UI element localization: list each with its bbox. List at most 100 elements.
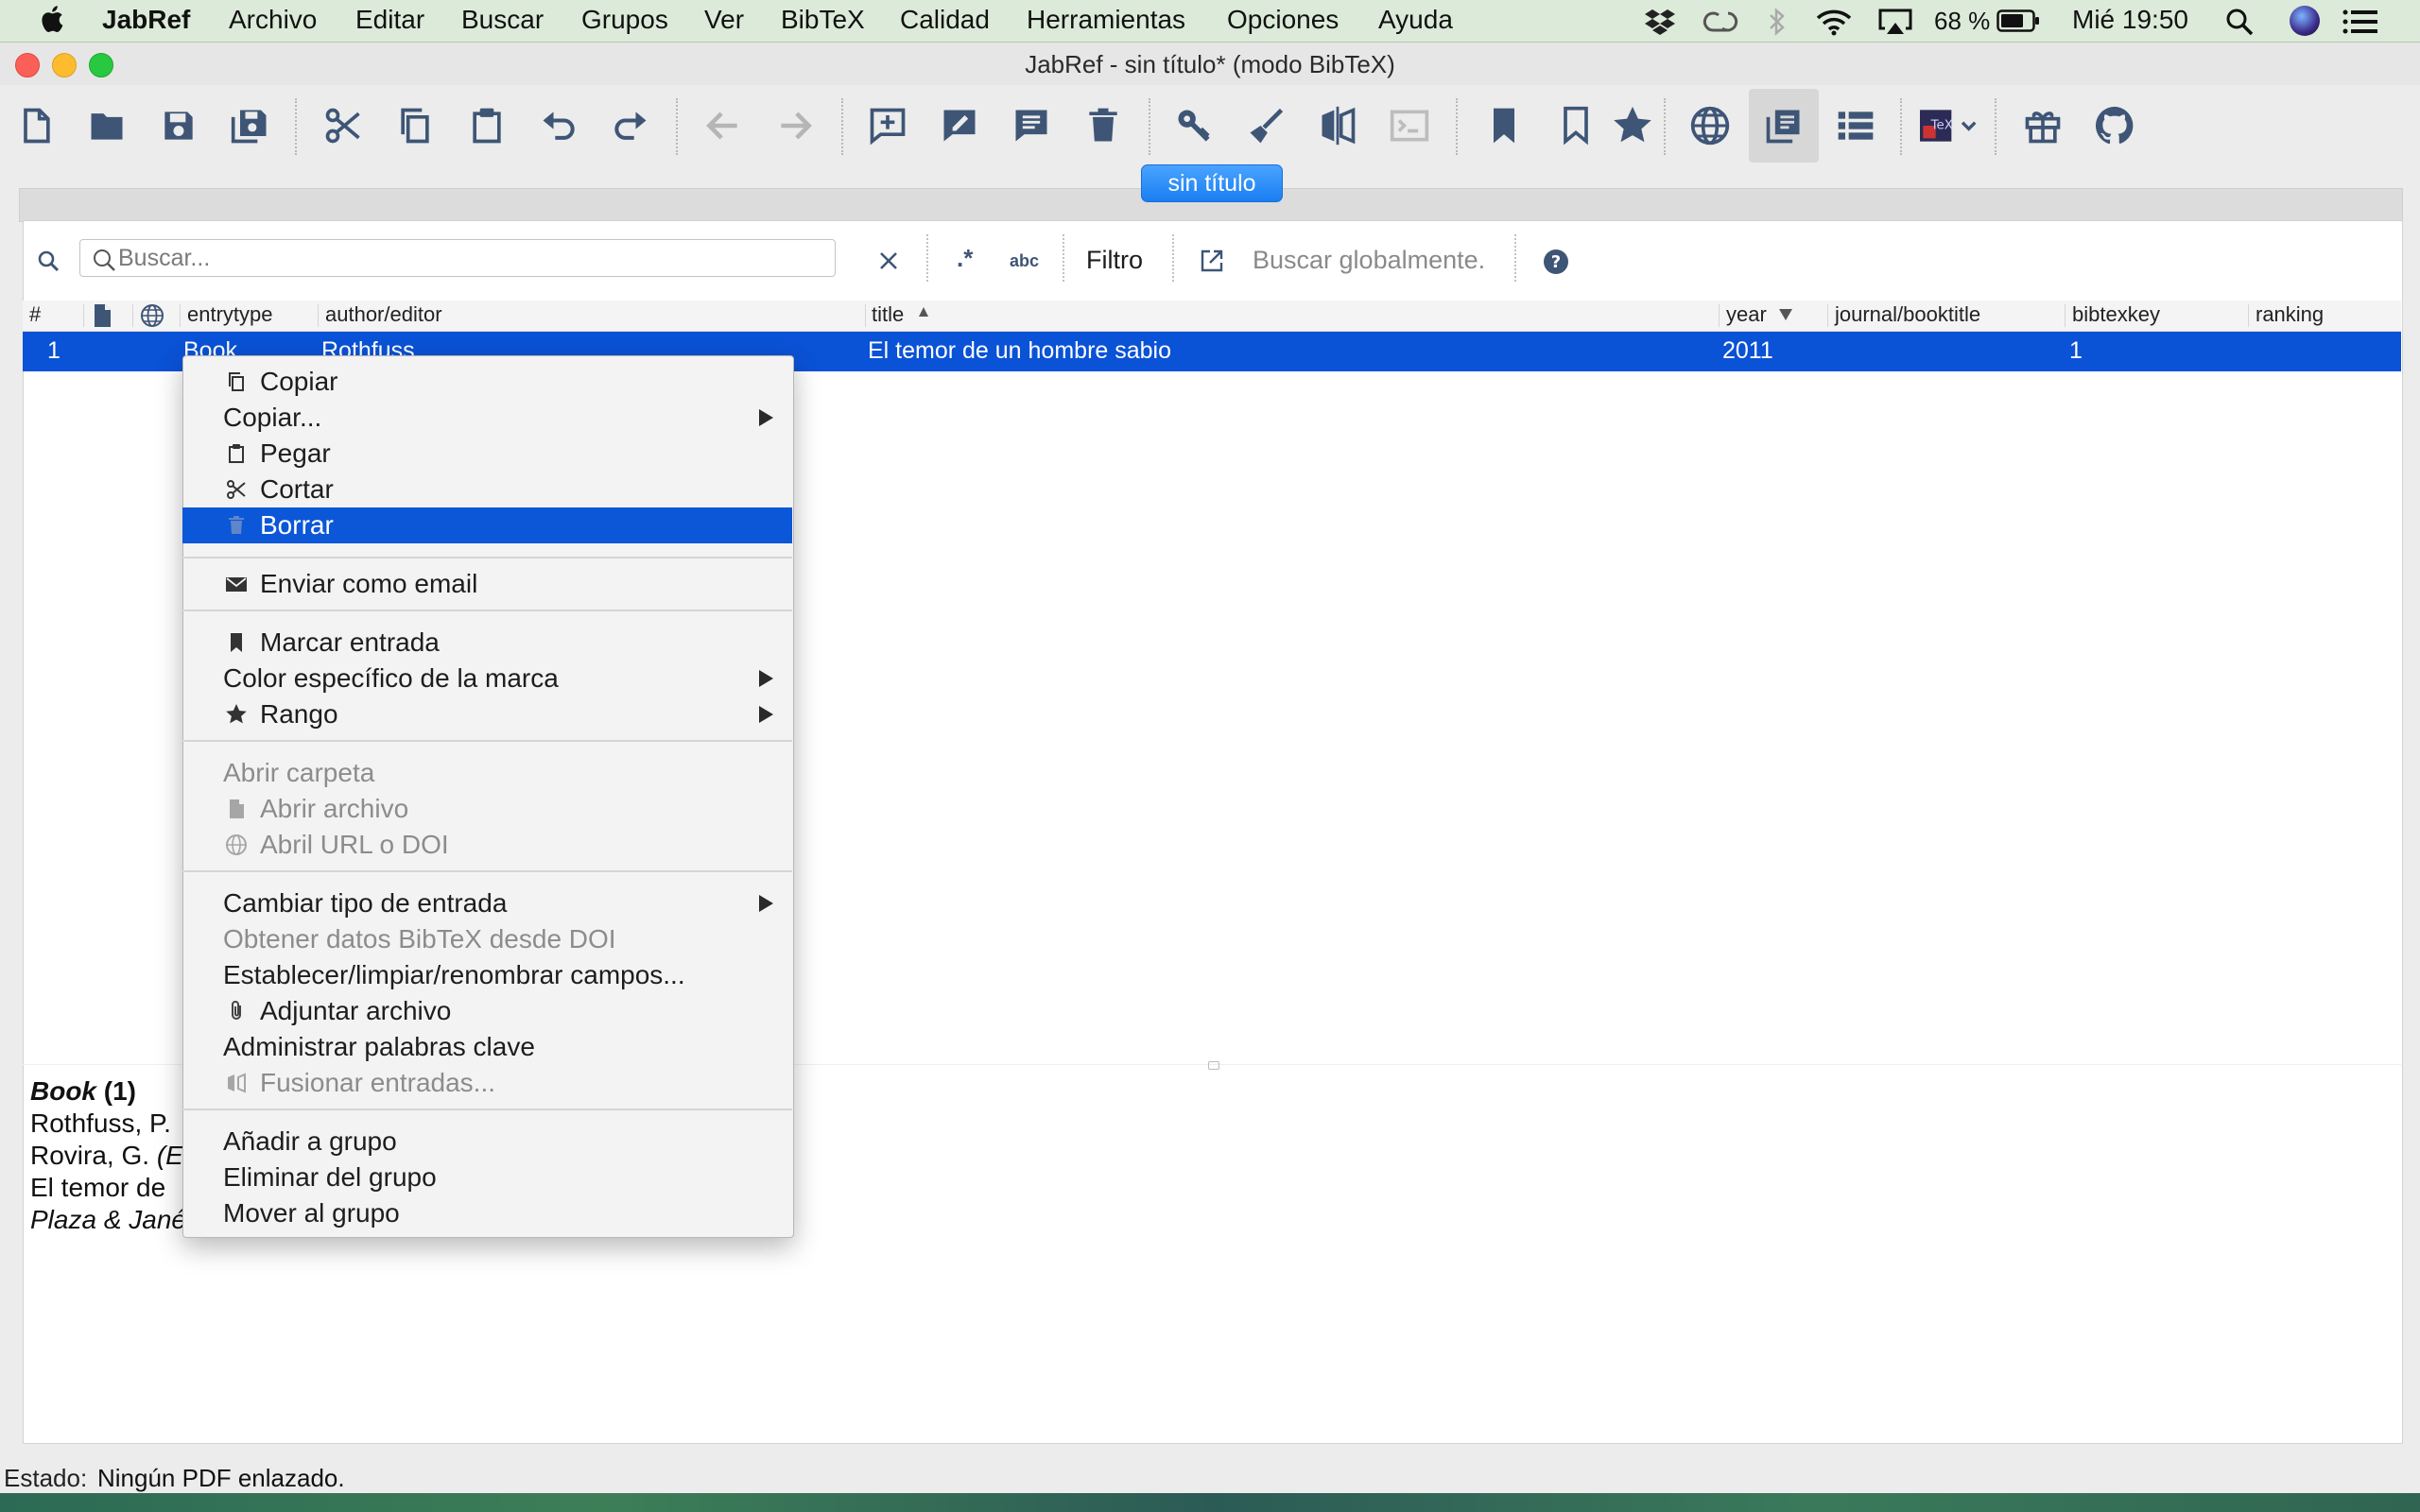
menu-item-open-file[interactable]: Abrir archivo	[182, 791, 792, 827]
clear-search-icon[interactable]	[877, 249, 900, 272]
menu-bibtex[interactable]: BibTeX	[781, 5, 865, 35]
creative-cloud-icon[interactable]	[1702, 9, 1739, 34]
redo-icon[interactable]	[605, 100, 656, 151]
menu-item-move-group[interactable]: Mover al grupo	[182, 1195, 792, 1231]
menu-clock[interactable]: Mié 19:50	[2072, 5, 2188, 35]
menu-ayuda[interactable]: Ayuda	[1378, 5, 1453, 35]
spotlight-search-icon[interactable]	[2225, 8, 2254, 36]
search-input[interactable]	[79, 239, 836, 277]
entry-table-view-icon[interactable]	[1749, 89, 1819, 163]
menu-item-mark-entry[interactable]: Marcar entrada	[182, 625, 792, 661]
column-header-title[interactable]: title	[872, 302, 904, 327]
open-global-search-icon[interactable]	[1199, 248, 1225, 274]
new-entry-from-text-icon[interactable]	[934, 100, 985, 151]
merge-compare-icon[interactable]	[1312, 100, 1363, 151]
menu-item-copy[interactable]: Copiar	[182, 364, 792, 400]
column-header-file-icon[interactable]	[92, 303, 112, 328]
column-header-year[interactable]: year	[1726, 302, 1767, 327]
terminal-icon[interactable]	[1384, 100, 1435, 151]
menu-item-open-folder[interactable]: Abrir carpeta	[182, 755, 792, 791]
menu-item-set-fields-label: Establecer/limpiar/renombrar campos...	[223, 960, 685, 989]
wifi-icon[interactable]	[1815, 8, 1853, 36]
unmark-entry-icon[interactable]	[1550, 100, 1601, 151]
group-list-view-icon[interactable]	[1830, 100, 1881, 151]
cleanup-brush-icon[interactable]	[1240, 100, 1291, 151]
menu-archivo[interactable]: Archivo	[229, 5, 317, 35]
menu-editar[interactable]: Editar	[355, 5, 424, 35]
preview-author: Rothfuss, P.	[30, 1108, 171, 1138]
menu-calidad[interactable]: Calidad	[900, 5, 990, 35]
filter-toggle-button[interactable]: Filtro	[1086, 246, 1143, 275]
menu-item-add-group[interactable]: Añadir a grupo	[182, 1124, 792, 1160]
menu-item-set-fields[interactable]: Establecer/limpiar/renombrar campos...	[182, 957, 792, 993]
push-to-application-dropdown[interactable]: TeX	[1915, 100, 1981, 151]
add-comment-icon[interactable]	[1006, 100, 1057, 151]
menu-opciones[interactable]: Opciones	[1227, 5, 1339, 35]
menu-item-manage-keywords[interactable]: Administrar palabras clave	[182, 1029, 792, 1065]
row-number-cell[interactable]: 1	[47, 337, 60, 365]
siri-icon[interactable]	[2290, 6, 2320, 36]
library-tab-active[interactable]: sin título	[1141, 164, 1283, 202]
notification-center-icon[interactable]	[2342, 9, 2378, 34]
apple-icon[interactable]	[38, 4, 64, 34]
cut-icon[interactable]	[318, 100, 369, 151]
menu-item-open-url[interactable]: Abril URL o DOI	[182, 827, 792, 863]
menu-separator	[182, 740, 792, 742]
bibtexkey-cell[interactable]: 1	[2069, 337, 2083, 365]
column-header-url-globe-icon[interactable]	[140, 303, 164, 328]
menu-item-cut[interactable]: Cortar	[182, 472, 792, 507]
menu-item-remove-group[interactable]: Eliminar del grupo	[182, 1160, 792, 1195]
column-header-number[interactable]: #	[29, 302, 41, 327]
paste-icon[interactable]	[461, 100, 512, 151]
copy-icon[interactable]	[389, 100, 441, 151]
splitter-handle[interactable]	[1208, 1061, 1219, 1070]
airplay-icon[interactable]	[1877, 8, 1913, 36]
dropbox-icon[interactable]	[1645, 8, 1675, 36]
back-arrow-icon[interactable]	[698, 100, 749, 151]
menu-herramientas[interactable]: Herramientas	[1027, 5, 1185, 35]
menu-item-get-bibtex-doi[interactable]: Obtener datos BibTeX desde DOI	[182, 921, 792, 957]
column-header-bibtexkey[interactable]: bibtexkey	[2072, 302, 2160, 327]
menu-ver[interactable]: Ver	[704, 5, 744, 35]
web-search-globe-icon[interactable]	[1685, 100, 1736, 151]
save-icon[interactable]	[153, 100, 204, 151]
new-entry-icon[interactable]	[862, 100, 913, 151]
global-search-button[interactable]: Buscar globalmente.	[1253, 246, 1485, 275]
mark-entry-icon[interactable]	[1478, 100, 1530, 151]
menu-item-rank[interactable]: Rango	[182, 696, 792, 732]
generate-key-icon[interactable]	[1168, 100, 1219, 151]
github-icon[interactable]	[2089, 100, 2140, 151]
menu-buscar[interactable]: Buscar	[461, 5, 544, 35]
battery-icon[interactable]	[1996, 9, 2040, 32]
main-toolbar: TeX	[0, 85, 2420, 168]
battery-percent[interactable]: 68 %	[1934, 7, 1990, 36]
donate-gift-icon[interactable]	[2017, 100, 2068, 151]
delete-entry-icon[interactable]	[1078, 100, 1129, 151]
bluetooth-icon[interactable]	[1768, 8, 1787, 36]
column-header-ranking[interactable]: ranking	[2256, 302, 2324, 327]
menu-item-attach-file[interactable]: Adjuntar archivo	[182, 993, 792, 1029]
year-cell[interactable]: 2011	[1722, 337, 1773, 365]
column-header-author[interactable]: author/editor	[325, 302, 442, 327]
help-icon[interactable]: ?	[1543, 249, 1569, 275]
save-all-icon[interactable]	[225, 100, 276, 151]
menu-item-change-type[interactable]: Cambiar tipo de entrada	[182, 885, 792, 921]
open-library-icon[interactable]	[81, 100, 132, 151]
menu-item-delete[interactable]: Borrar	[182, 507, 792, 543]
column-header-entrytype[interactable]: entrytype	[187, 302, 273, 327]
column-header-journal[interactable]: journal/booktitle	[1835, 302, 1980, 327]
forward-arrow-icon[interactable]	[769, 100, 821, 151]
regex-toggle-icon[interactable]: .*	[957, 244, 973, 273]
new-library-icon[interactable]	[10, 100, 61, 151]
menu-item-merge-entries[interactable]: Fusionar entradas...	[182, 1065, 792, 1101]
title-cell[interactable]: El temor de un hombre sabio	[868, 337, 1171, 365]
menu-grupos[interactable]: Grupos	[581, 5, 668, 35]
menu-item-send-email[interactable]: Enviar como email	[182, 566, 792, 602]
menu-item-paste[interactable]: Pegar	[182, 436, 792, 472]
menu-app-name[interactable]: JabRef	[102, 5, 190, 35]
rank-star-icon[interactable]	[1607, 100, 1658, 151]
menu-item-mark-color[interactable]: Color específico de la marca	[182, 661, 792, 696]
menu-item-copy-submenu[interactable]: Copiar...	[182, 400, 792, 436]
undo-icon[interactable]	[533, 100, 584, 151]
case-sensitive-toggle-icon[interactable]: abc	[1010, 251, 1039, 271]
